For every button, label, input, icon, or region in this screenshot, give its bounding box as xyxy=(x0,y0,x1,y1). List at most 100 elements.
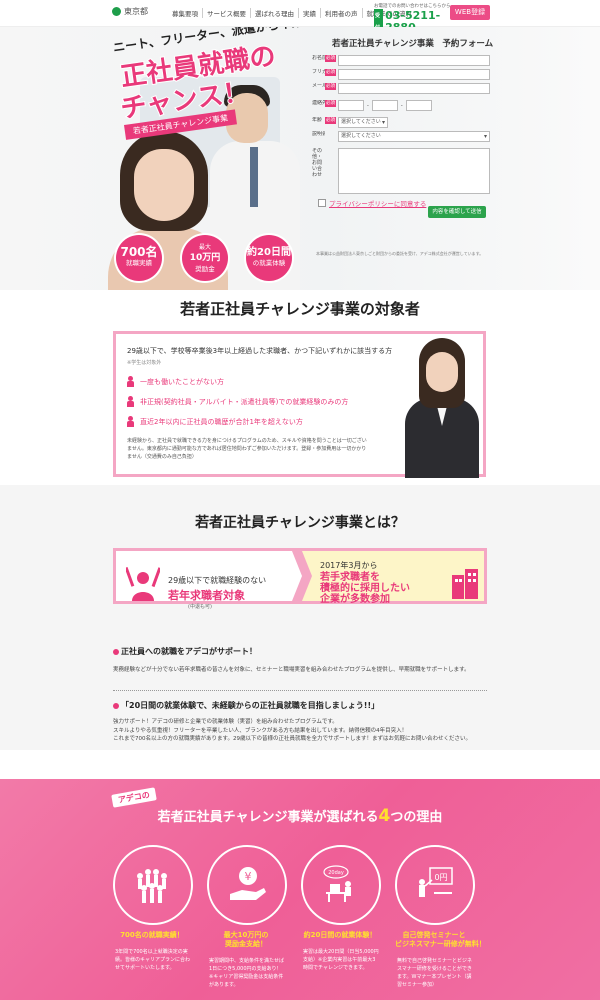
raised-hand-person-icon xyxy=(126,567,160,601)
reason-body: 3年間で700名以上就職決定の実績。皆様のキャリアプランに合わせてサポートいたし… xyxy=(115,949,191,971)
site-header: 東京都 募集要項 サービス概要 選ばれる理由 実績 利用者の声 就職までの流れ … xyxy=(0,0,600,41)
name-field[interactable] xyxy=(338,55,490,66)
required-badge: 必須 xyxy=(325,69,336,76)
svg-text:20day: 20day xyxy=(328,870,344,876)
target-note: ※学生は対象外 xyxy=(127,360,162,366)
form-row-date: 説明会希望日 選択してください xyxy=(312,131,490,142)
kana-field[interactable] xyxy=(338,69,490,80)
about-left-line3: (中退も可) xyxy=(188,604,212,610)
form-row-kana: フリガナ 必須 xyxy=(312,69,490,80)
target-section-title: 若者正社員チャレンジ事業の対象者 xyxy=(180,300,420,318)
reasons-badge: アデコの xyxy=(111,787,157,808)
about-left-line1: 29歳以下で就職経験のない xyxy=(168,576,267,585)
required-badge: 必須 xyxy=(325,55,336,62)
field-label: その他・お問い合わせ xyxy=(312,148,323,178)
required-badge: 必須 xyxy=(325,83,336,90)
about-right-line1: 2017年3月から xyxy=(320,561,378,570)
email-field[interactable] xyxy=(338,83,490,94)
nav-item-reasons[interactable]: 選ばれる理由 xyxy=(251,8,299,18)
age-select[interactable]: 選択してください xyxy=(338,117,388,128)
svg-text:0円: 0円 xyxy=(434,873,447,882)
stat-circle-incentive: 最大 10万円 奨励金 xyxy=(182,235,228,281)
person-icon xyxy=(127,396,134,407)
reasons-section: アデコの 若者正社員チャレンジ事業が選ばれる4つの理由 700名の就職実績！ 3… xyxy=(0,779,600,1000)
hero-section: ニート、フリーター、派遣から卒業 正社員就職の チャンス！ 若者正社員チャレンジ… xyxy=(0,27,600,290)
field-label: フリガナ xyxy=(312,69,325,75)
reason-body: 実習は最大20日間（日当5,000円支給）※企業内実習は午前最大3時間でチャレン… xyxy=(303,949,379,971)
target-description: 未経験から、正社員で就職できる力を身につけるプログラムのため、スキルや資格を問う… xyxy=(127,438,367,460)
tokyo-logo-icon xyxy=(112,7,121,16)
date-select[interactable]: 選択してください xyxy=(338,131,490,142)
people-cheering-icon xyxy=(137,869,167,903)
privacy-link[interactable]: プライバシーポリシーに同意する xyxy=(329,198,426,208)
logo-text: 東京都 xyxy=(124,7,148,16)
reason-body: 実習期間中、支給条件を満たせば1日につき5,000円の支給あり！※キャリア習得奨… xyxy=(209,958,285,988)
field-label: 連絡先電話番号 xyxy=(312,100,325,106)
bullet-dot-icon xyxy=(113,648,119,655)
landing-page: 東京都 募集要項 サービス概要 選ばれる理由 実績 利用者の声 就職までの流れ … xyxy=(0,0,600,1000)
nav-item-results[interactable]: 実績 xyxy=(299,8,321,18)
stat-value: 約20日間 xyxy=(247,247,291,258)
target-item: 一度も働いたことがない方 xyxy=(127,376,224,387)
stat-label: の就業体験 xyxy=(252,259,286,267)
field-label: メールアドレス xyxy=(312,83,325,89)
form-row-inquiry: その他・お問い合わせ xyxy=(312,148,490,194)
stat-circle-results: 700名 就職実績 xyxy=(116,235,162,281)
reasons-title: 若者正社員チャレンジ事業が選ばれる4つの理由 xyxy=(157,806,443,826)
person-icon xyxy=(127,416,134,427)
web-register-button[interactable]: WEB登録 xyxy=(450,5,490,20)
person-icon xyxy=(127,376,134,387)
about-section-title: 若者正社員チャレンジ事業とは？ xyxy=(195,515,405,531)
stat-label: 就職実績 xyxy=(126,259,152,267)
about-right-line2: 若手求職者を 積極的に採用したい 企業が多数参加 xyxy=(320,572,410,605)
reason-title: 700名の就職実績！ xyxy=(120,931,184,939)
reason-title: 約20日間の就業体験！ xyxy=(303,931,377,939)
form-row-name: お名前 必須 xyxy=(312,55,490,66)
divider xyxy=(113,690,487,691)
reason-card: 700名の就職実績！ 3年間で700名以上就職決定の実績。皆様のキャリアプランに… xyxy=(113,845,193,972)
reason-card: 0円 自己啓発セミナーと ビジネスマナー研修が無料！ 無料で自己啓発セミナーとビジ… xyxy=(395,845,486,989)
about-point-1-body: 実務経験などが十分でない若年求職者の皆さんを対象に、セミナーと職場実習を組み合わ… xyxy=(113,667,470,673)
presentation-icon: 0円 xyxy=(419,867,453,897)
form-row-email: メールアドレス 必須 xyxy=(312,83,490,94)
phone-field-3[interactable] xyxy=(405,100,432,111)
target-lead: 29歳以下で、学校等卒業後3年以上経過した求職者、かつ下記いずれかに該当する方 xyxy=(127,347,393,355)
reservation-form: 若者正社員チャレンジ事業 予約フォーム お名前 必須 フリガナ 必須 メールアド… xyxy=(312,37,494,218)
field-label: 説明会希望日 xyxy=(312,131,325,137)
about-point-1-heading: 正社員への就職をアデコがサポート！ xyxy=(113,646,257,657)
stat-circle-experience: 約20日間 の就業体験 xyxy=(246,235,292,281)
reason-title: 自己啓発セミナーと ビジネスマナー研修が無料！ xyxy=(395,931,486,948)
stat-value: 700名 xyxy=(120,245,158,259)
reason-title: 最大10万円の 奨励金支給！ xyxy=(223,931,269,948)
privacy-checkbox[interactable] xyxy=(318,199,326,207)
form-title: 若者正社員チャレンジ事業 予約フォーム xyxy=(332,39,494,49)
about-point-2-body: 強力サポート！アデコの研修と企業での就業体験（実習）を組み合わせたプログラムです… xyxy=(113,719,471,742)
about-left-line2: 若年求職者対象 xyxy=(168,589,245,602)
phone-field-1[interactable] xyxy=(338,100,364,111)
stat-label: 奨励金 xyxy=(195,264,215,273)
yen-hand-icon: ¥ xyxy=(230,867,266,900)
building-icon xyxy=(452,569,478,599)
reason-body: 無料で自己啓発セミナーとビジネスマナー研修を受けることができます。Wマナー本プレ… xyxy=(397,958,473,988)
reason-card: 20day 約20日間の就業体験！ 実習は最大20日間（日当5,000円支給）※… xyxy=(301,845,381,972)
businesswoman-photo xyxy=(391,328,491,478)
target-item: 非正規(契約社員・アルバイト・派遣社員等)での就業経験のみの方 xyxy=(127,396,348,407)
bullet-dot-icon xyxy=(113,702,119,709)
nav-item-requirements[interactable]: 募集要項 xyxy=(168,8,203,18)
stat-value: 10万円 xyxy=(189,252,221,263)
desk-worker-icon: 20day xyxy=(323,865,351,902)
nav-item-voices[interactable]: 利用者の声 xyxy=(321,8,363,18)
svg-text:¥: ¥ xyxy=(245,870,252,883)
form-row-phone: 連絡先電話番号 必須 - - xyxy=(312,100,490,111)
phone-field-2[interactable] xyxy=(371,100,398,111)
nav-item-service[interactable]: サービス概要 xyxy=(203,8,251,18)
phone-fields: - - xyxy=(338,100,490,111)
required-badge: 必須 xyxy=(325,117,336,124)
field-label: お名前 xyxy=(312,55,325,61)
field-label: 年齢 xyxy=(312,117,323,123)
submit-button[interactable]: 内容を確認して送信 xyxy=(428,206,486,218)
inquiry-textarea[interactable] xyxy=(338,148,490,194)
target-item: 直近2年以内に正社員の職歴が合計1年を超えない方 xyxy=(127,416,303,427)
logo[interactable]: 東京都 xyxy=(112,6,148,17)
form-row-age: 年齢 必須 選択してください xyxy=(312,117,490,128)
